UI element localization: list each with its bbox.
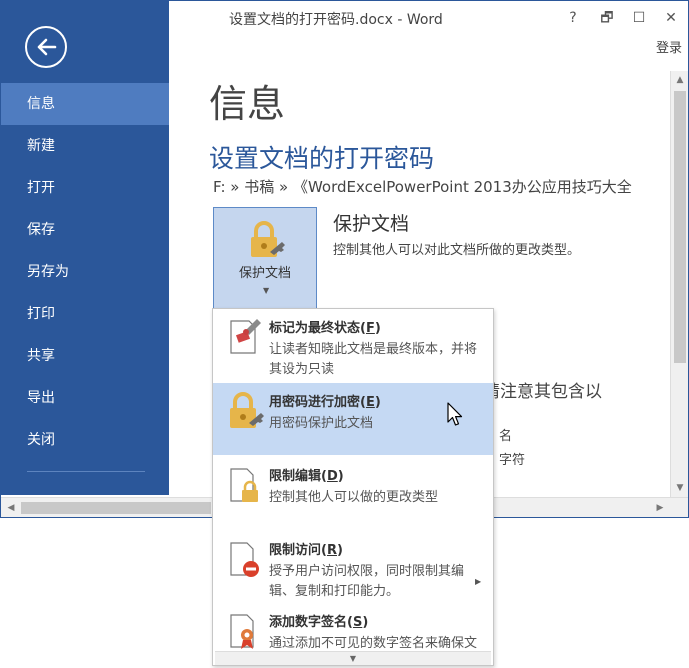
login-link[interactable]: 登录 — [656, 37, 682, 56]
menu-item-title: 限制编辑(D) — [269, 469, 344, 484]
protect-document-label: 保护文档 — [238, 266, 291, 281]
protect-document-button[interactable]: 保护文档 ▼ — [213, 207, 317, 309]
help-button[interactable]: ? — [558, 5, 588, 31]
nav-item-export[interactable]: 导出 — [1, 377, 169, 419]
window-title: 设置文档的打开密码.docx - Word — [229, 12, 443, 28]
chars-text-fragment: 字符 — [499, 453, 526, 468]
mark-final-icon — [230, 319, 261, 354]
menu-item-title: 限制访问(R) — [269, 543, 343, 558]
scroll-left-button[interactable]: ◀ — [3, 498, 19, 517]
restrict-editing-icon — [230, 468, 258, 502]
menu-item-restrict-access[interactable]: 限制访问(R) 授予用户访问权限，同时限制其编辑、复制和打印能力。 ▶ — [213, 531, 493, 603]
maximize-button[interactable]: ☐ — [624, 5, 654, 31]
back-button[interactable] — [25, 26, 67, 68]
backstage-sidebar: 信息 新建 打开 保存 另存为 打印 共享 导出 关闭 — [1, 1, 169, 495]
menu-item-digital-signature[interactable]: 添加数字签名(S) 通过添加不可见的数字签名来确保文档的完整性 — [213, 603, 493, 665]
vertical-scroll-thumb[interactable] — [674, 91, 686, 363]
menu-item-description: 授予用户访问权限，同时限制其编辑、复制和打印能力。 — [269, 564, 465, 599]
name-text-fragment: 名 — [499, 429, 513, 444]
backstage-nav: 信息 新建 打开 保存 另存为 打印 共享 导出 关闭 — [1, 83, 169, 461]
nav-item-save-as[interactable]: 另存为 — [1, 251, 169, 293]
back-arrow-icon — [37, 38, 57, 56]
protect-section-description: 控制其他人可以对此文档所做的更改类型。 — [333, 243, 581, 258]
horizontal-scroll-thumb[interactable] — [21, 502, 211, 514]
submenu-arrow-icon: ▶ — [475, 577, 482, 586]
close-button[interactable]: ✕ — [656, 5, 686, 31]
page-title: 信息 — [209, 82, 286, 126]
nav-item-info[interactable]: 信息 — [1, 83, 169, 125]
nav-item-share[interactable]: 共享 — [1, 335, 169, 377]
menu-item-title: 标记为最终状态(F) — [269, 321, 381, 336]
digital-signature-icon — [230, 614, 254, 649]
document-path[interactable]: F: » 书稿 » 《WordExcelPowerPoint 2013办公应用技… — [213, 176, 669, 197]
scroll-up-button[interactable]: ▲ — [671, 71, 688, 89]
menu-item-description: 控制其他人可以做的更改类型 — [269, 490, 439, 505]
menu-item-title: 添加数字签名(S) — [269, 615, 369, 630]
lock-key-icon — [251, 221, 285, 257]
vertical-scrollbar[interactable]: ▲ ▼ — [670, 71, 688, 497]
menu-item-description: 让读者知晓此文档是最终版本，并将其设为只读 — [269, 342, 478, 377]
nav-item-print[interactable]: 打印 — [1, 293, 169, 335]
restore-button[interactable]: 🗗 — [592, 5, 622, 31]
lock-key-icon — [230, 392, 264, 428]
title-bar: 设置文档的打开密码.docx - Word ? 🗗 ☐ ✕ — [169, 1, 688, 35]
inspect-text-fragment: 请注意其包含以 — [483, 382, 602, 402]
mouse-cursor-icon — [447, 402, 463, 426]
menu-scroll-down-button[interactable]: ▼ — [215, 651, 491, 665]
nav-item-open[interactable]: 打开 — [1, 167, 169, 209]
chevron-down-icon: ▼ — [263, 286, 270, 295]
nav-item-new[interactable]: 新建 — [1, 125, 169, 167]
nav-divider — [27, 471, 145, 472]
menu-item-mark-final[interactable]: 标记为最终状态(F) 让读者知晓此文档是最终版本，并将其设为只读 — [213, 309, 493, 381]
menu-item-restrict-editing[interactable]: 限制编辑(D) 控制其他人可以做的更改类型 — [213, 457, 493, 529]
document-title: 设置文档的打开密码 — [209, 144, 435, 173]
restrict-access-icon — [230, 542, 259, 577]
scroll-right-button[interactable]: ▶ — [652, 498, 668, 517]
nav-item-close[interactable]: 关闭 — [1, 419, 169, 461]
protect-document-menu: 标记为最终状态(F) 让读者知晓此文档是最终版本，并将其设为只读 用密码进行加密… — [212, 308, 494, 666]
protect-section-heading: 保护文档 — [333, 213, 410, 235]
nav-item-save[interactable]: 保存 — [1, 209, 169, 251]
scroll-down-button[interactable]: ▼ — [671, 479, 688, 497]
menu-item-title: 用密码进行加密(E) — [269, 395, 381, 410]
